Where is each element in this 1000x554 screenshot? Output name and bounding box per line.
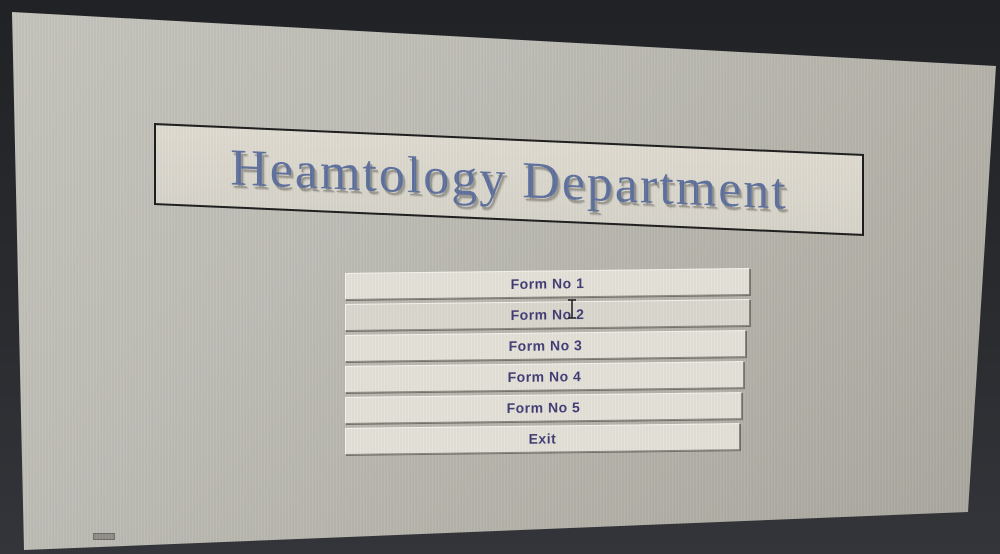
- form-no-4-button[interactable]: Form No 4: [345, 361, 744, 393]
- form-no-3-button[interactable]: Form No 3: [345, 330, 746, 362]
- form-no-2-button[interactable]: Form No 2: [345, 299, 750, 331]
- main-menu: Form No 1 Form No 2 Form No 3 Form No 4 …: [345, 268, 750, 459]
- title-banner: Heamtology Department: [154, 123, 864, 236]
- app-window: Heamtology Department Form No 1 Form No …: [12, 12, 996, 550]
- exit-button[interactable]: Exit: [345, 423, 740, 455]
- page-title: Heamtology Department: [230, 138, 788, 221]
- status-indicator: [93, 533, 115, 540]
- text-cursor-icon: [568, 299, 576, 319]
- form-no-5-button[interactable]: Form No 5: [345, 392, 742, 424]
- form-no-1-button[interactable]: Form No 1: [345, 268, 750, 300]
